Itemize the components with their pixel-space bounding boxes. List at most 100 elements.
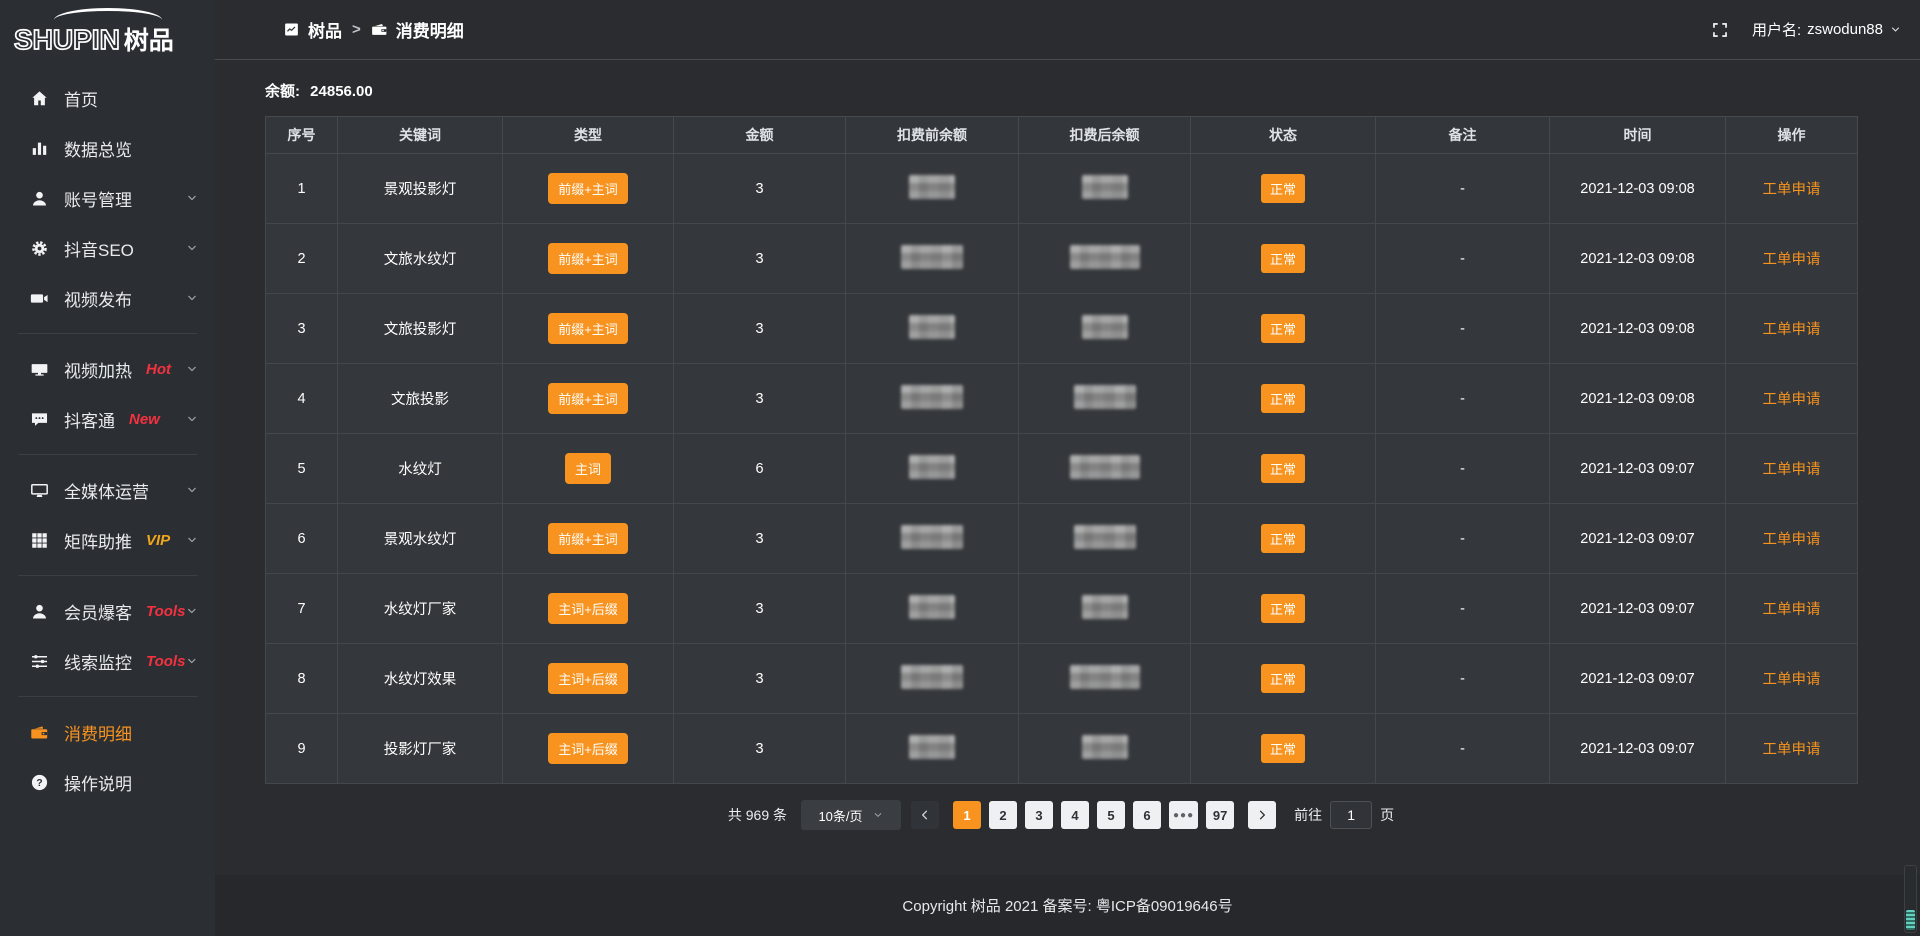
goto-page-input[interactable] <box>1330 801 1372 829</box>
cell-action: 工单申请 <box>1726 294 1858 364</box>
cell-balance-before <box>846 224 1019 294</box>
sidebar-item[interactable]: 操作说明 <box>0 757 215 807</box>
cell-keyword: 景观投影灯 <box>338 154 503 224</box>
sidebar-item[interactable]: 矩阵助推 VIP <box>0 515 215 565</box>
gear-icon <box>30 239 49 258</box>
cell-index: 3 <box>266 294 338 364</box>
cell-action: 工单申请 <box>1726 154 1858 224</box>
sidebar-item[interactable]: 首页 <box>0 73 215 123</box>
home-icon <box>30 89 49 108</box>
ticket-apply-link[interactable]: 工单申请 <box>1763 602 1821 618</box>
topbar-right: 用户名: zswodun88 <box>1710 19 1902 40</box>
ticket-apply-link[interactable]: 工单申请 <box>1763 252 1821 268</box>
sidebar-item[interactable]: 数据总览 <box>0 123 215 173</box>
cell-index: 8 <box>266 644 338 714</box>
cell-status: 正常 <box>1191 224 1376 294</box>
cell-balance-after <box>1019 154 1191 224</box>
type-badge: 前缀+主词 <box>548 523 628 554</box>
sidebar-item-label: 会员爆客 <box>64 599 132 624</box>
fullscreen-icon[interactable] <box>1710 20 1730 40</box>
cell-index: 5 <box>266 434 338 504</box>
goto-page: 前往 页 <box>1294 801 1394 829</box>
logo-text-en: SHUPIN <box>14 24 120 55</box>
page-button[interactable]: 5 <box>1097 801 1125 829</box>
sidebar-item[interactable]: 视频加热 Hot <box>0 344 215 394</box>
chevron-right-icon <box>1255 808 1269 822</box>
scrollbar-thumb[interactable] <box>1906 910 1915 930</box>
sidebar-menu-entry: 抖客通 New <box>0 394 215 455</box>
sidebar-item[interactable]: 消费明细 <box>0 707 215 757</box>
balance-label: 余额: <box>265 83 300 100</box>
page-button[interactable]: 1 <box>953 801 981 829</box>
cell-balance-after <box>1019 434 1191 504</box>
cell-status: 正常 <box>1191 434 1376 504</box>
ticket-apply-link[interactable]: 工单申请 <box>1763 672 1821 688</box>
ticket-apply-link[interactable]: 工单申请 <box>1763 462 1821 478</box>
sidebar-menu-entry: 抖音SEO <box>0 223 215 273</box>
username-value: zswodun88 <box>1807 21 1883 38</box>
chevron-down-icon <box>185 362 199 376</box>
sidebar-menu-entry: 视频发布 <box>0 273 215 334</box>
ticket-apply-link[interactable]: 工单申请 <box>1763 742 1821 758</box>
sidebar-menu-entry: 线索监控 Tools <box>0 636 215 697</box>
sidebar-item[interactable]: 抖客通 New <box>0 394 215 444</box>
sidebar-item[interactable]: 全媒体运营 <box>0 465 215 515</box>
table-row: 1 景观投影灯 前缀+主词 3 正常 - 2021-12-03 09:08 工单… <box>266 154 1858 224</box>
page-button[interactable]: 97 <box>1206 801 1234 829</box>
table-row: 5 水纹灯 主词 6 正常 - 2021-12-03 09:07 工单申请 <box>266 434 1858 504</box>
cell-keyword: 水纹灯效果 <box>338 644 503 714</box>
breadcrumb-item-current[interactable]: 消费明细 <box>371 17 464 42</box>
table-row: 4 文旅投影 前缀+主词 3 正常 - 2021-12-03 09:08 工单申… <box>266 364 1858 434</box>
ticket-apply-link[interactable]: 工单申请 <box>1763 532 1821 548</box>
chevron-down-icon <box>185 654 199 668</box>
page-button[interactable]: 3 <box>1025 801 1053 829</box>
cell-amount: 3 <box>674 714 846 784</box>
cell-keyword: 文旅水纹灯 <box>338 224 503 294</box>
sidebar-menu-entry: 操作说明 <box>0 757 215 807</box>
user-menu[interactable]: 用户名: zswodun88 <box>1752 19 1902 40</box>
footer: Copyright 树品 2021 备案号: 粤ICP备09019646号 <box>215 875 1920 936</box>
masked-balance-after <box>1074 385 1136 409</box>
sidebar-item-label: 首页 <box>64 86 98 111</box>
sidebar-item[interactable]: 抖音SEO <box>0 223 215 273</box>
chevron-down-icon <box>185 241 199 255</box>
sidebar-menu-entry: 账号管理 <box>0 173 215 223</box>
page-button[interactable]: 4 <box>1061 801 1089 829</box>
cell-balance-before <box>846 644 1019 714</box>
scrollbar-track <box>1904 865 1917 933</box>
sidebar-item[interactable]: 视频发布 <box>0 273 215 323</box>
next-page-button[interactable] <box>1248 801 1276 829</box>
prev-page-button[interactable] <box>911 801 939 829</box>
sidebar-item-tag: VIP <box>146 532 170 549</box>
cell-remark: - <box>1376 714 1550 784</box>
sidebar-item[interactable]: 线索监控 Tools <box>0 636 215 686</box>
ticket-apply-link[interactable]: 工单申请 <box>1763 182 1821 198</box>
sidebar-menu-entry: 首页 <box>0 73 215 123</box>
sidebar-item[interactable]: 会员爆客 Tools <box>0 586 215 636</box>
cell-time: 2021-12-03 09:08 <box>1550 154 1726 224</box>
cell-keyword: 水纹灯厂家 <box>338 574 503 644</box>
cell-time: 2021-12-03 09:07 <box>1550 504 1726 574</box>
breadcrumb-label: 消费明细 <box>396 17 464 42</box>
goto-unit: 页 <box>1380 805 1394 825</box>
type-badge: 主词+后缀 <box>548 733 628 764</box>
page-button[interactable]: ●●● <box>1169 801 1198 829</box>
help-icon <box>30 773 49 792</box>
breadcrumb-separator: > <box>352 21 361 38</box>
page-button[interactable]: 6 <box>1133 801 1161 829</box>
cell-remark: - <box>1376 224 1550 294</box>
breadcrumb-item-home[interactable]: 树品 <box>283 17 342 42</box>
page-size-select[interactable]: 10条/页 <box>801 800 901 830</box>
masked-balance-after <box>1082 175 1128 199</box>
page-button[interactable]: 2 <box>989 801 1017 829</box>
sidebar-item[interactable]: 账号管理 <box>0 173 215 223</box>
ticket-apply-link[interactable]: 工单申请 <box>1763 392 1821 408</box>
cell-index: 9 <box>266 714 338 784</box>
status-badge: 正常 <box>1261 664 1305 693</box>
wallet-icon <box>371 21 388 38</box>
sidebar-item-label: 数据总览 <box>64 136 132 161</box>
ticket-apply-link[interactable]: 工单申请 <box>1763 322 1821 338</box>
masked-balance-after <box>1070 245 1140 269</box>
cell-keyword: 文旅投影灯 <box>338 294 503 364</box>
page-size-value: 10条/页 <box>818 806 862 825</box>
